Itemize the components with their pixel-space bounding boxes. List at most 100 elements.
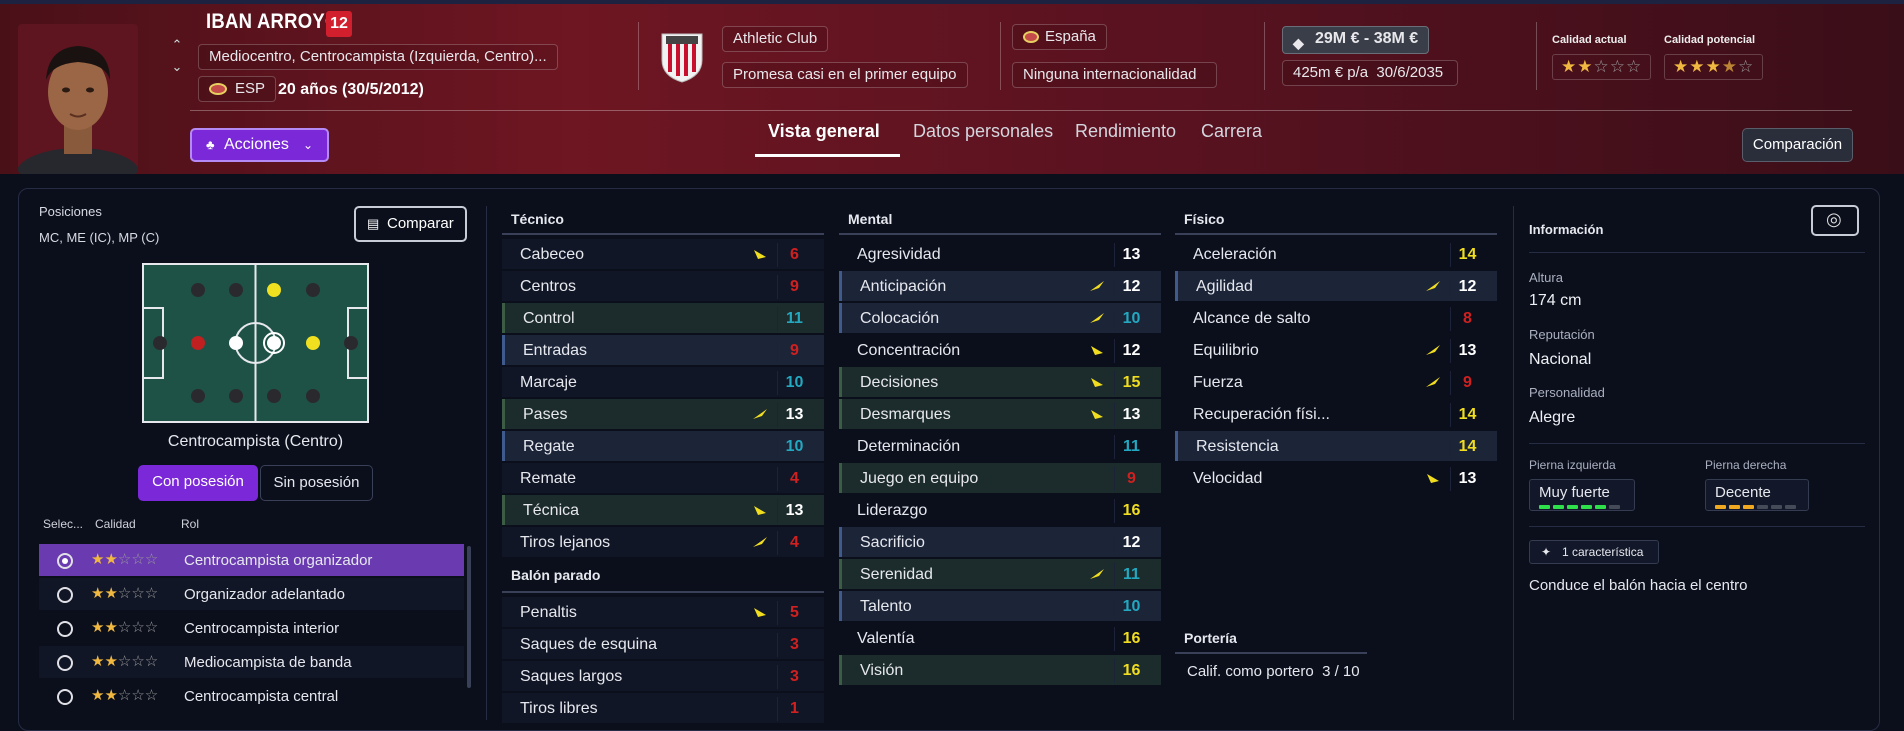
- section-rule: [1175, 233, 1497, 235]
- roles-scrollbar[interactable]: [467, 546, 471, 688]
- attribute-row[interactable]: Remate 4: [502, 463, 824, 493]
- attribute-row[interactable]: Pases 13: [502, 399, 824, 429]
- tab-performance[interactable]: Rendimiento: [1075, 121, 1176, 142]
- attribute-value: 13: [1450, 467, 1484, 491]
- country-pill[interactable]: España: [1012, 24, 1107, 50]
- role-stars: ★★☆☆☆: [91, 585, 159, 602]
- attribute-label: Control: [523, 310, 575, 327]
- attribute-row[interactable]: Agilidad 12: [1175, 271, 1497, 301]
- attribute-row[interactable]: Tiros libres 1: [502, 693, 824, 723]
- tab-career[interactable]: Carrera: [1201, 121, 1262, 142]
- attribute-row[interactable]: Alcance de salto 8: [1175, 303, 1497, 333]
- col-header-select[interactable]: Selec...: [43, 517, 83, 531]
- attribute-row[interactable]: Penaltis 5: [502, 597, 824, 627]
- role-label: Centrocampista interior: [184, 620, 340, 637]
- col-header-quality[interactable]: Calidad: [95, 517, 136, 531]
- attribute-row[interactable]: Juego en equipo 9: [839, 463, 1161, 493]
- attribute-row[interactable]: Regate 10: [502, 431, 824, 461]
- role-row[interactable]: ★★☆☆☆ Organizador adelantado: [39, 578, 464, 610]
- attribute-label: Recuperación físi...: [1193, 406, 1330, 423]
- attribute-label: Decisiones: [860, 374, 939, 391]
- radio-button[interactable]: [57, 655, 73, 671]
- col-header-role[interactable]: Rol: [181, 517, 199, 531]
- radio-button[interactable]: [57, 621, 73, 637]
- radio-button[interactable]: [57, 553, 73, 569]
- trend-arrow-icon: [1425, 375, 1441, 389]
- attribute-row[interactable]: Agresividad 13: [839, 239, 1161, 269]
- attribute-row[interactable]: Concentración 12: [839, 335, 1161, 365]
- attribute-label: Saques de esquina: [520, 636, 657, 653]
- trend-arrow-icon: [752, 605, 768, 619]
- in-possession-button[interactable]: Con posesión: [138, 465, 258, 501]
- role-row[interactable]: ★★☆☆☆ Centrocampista interior: [39, 612, 464, 644]
- attribute-row[interactable]: Técnica 13: [502, 495, 824, 525]
- sparkle-icon: ✦: [1541, 545, 1552, 559]
- role-row[interactable]: ★★☆☆☆ Centrocampista central: [39, 680, 464, 712]
- attribute-row[interactable]: Resistencia 14: [1175, 431, 1497, 461]
- attribute-row[interactable]: Fuerza 9: [1175, 367, 1497, 397]
- previous-player-icon[interactable]: ⌃: [170, 38, 184, 52]
- out-of-possession-button[interactable]: Sin posesión: [260, 465, 373, 501]
- attribute-label: Visión: [860, 662, 904, 679]
- attribute-row[interactable]: Control 11: [502, 303, 824, 333]
- contract-end: 30/6/2035: [1376, 64, 1444, 81]
- attribute-label: Penaltis: [520, 604, 577, 621]
- chevron-down-icon: ⌄: [302, 138, 313, 152]
- attribute-value: 4: [777, 467, 811, 491]
- attribute-row[interactable]: Visión 16: [839, 655, 1161, 685]
- attribute-row[interactable]: Serenidad 11: [839, 559, 1161, 589]
- left-foot-label: Pierna izquierda: [1529, 458, 1616, 472]
- attribute-label: Técnica: [523, 502, 580, 519]
- attribute-row[interactable]: Equilibrio 13: [1175, 335, 1497, 365]
- compare-positions-button[interactable]: ▤ Comparar: [354, 206, 467, 242]
- goalkeeper-rating-value: 3 / 10: [1322, 663, 1360, 680]
- attribute-row[interactable]: Cabeceo 6: [502, 239, 824, 269]
- attribute-row[interactable]: Talento 10: [839, 591, 1161, 621]
- attribute-row[interactable]: Determinación 11: [839, 431, 1161, 461]
- attribute-row[interactable]: Centros 9: [502, 271, 824, 301]
- transfer-value: 29M € - 38M €: [1315, 30, 1419, 47]
- profile-options-button[interactable]: ◎: [1811, 205, 1859, 236]
- attribute-row[interactable]: Valentía 16: [839, 623, 1161, 653]
- attribute-row[interactable]: Saques de esquina 3: [502, 629, 824, 659]
- attribute-row[interactable]: Anticipación 12: [839, 271, 1161, 301]
- comparison-button[interactable]: Comparación: [1742, 128, 1853, 162]
- attribute-row[interactable]: Marcaje 10: [502, 367, 824, 397]
- attribute-row[interactable]: Velocidad 13: [1175, 463, 1497, 493]
- header-divider: [638, 22, 639, 90]
- attribute-row[interactable]: Colocación 10: [839, 303, 1161, 333]
- international-status: Ninguna internacionalidad: [1012, 62, 1217, 88]
- actions-label: Acciones: [224, 136, 289, 153]
- next-player-icon[interactable]: ⌄: [170, 60, 184, 74]
- attribute-row[interactable]: Liderazgo 16: [839, 495, 1161, 525]
- tab-overview[interactable]: Vista general: [768, 121, 880, 142]
- club-name[interactable]: Athletic Club: [722, 26, 829, 52]
- actions-button[interactable]: ♣ Acciones ⌄: [190, 128, 329, 162]
- attribute-row[interactable]: Desmarques 13: [839, 399, 1161, 429]
- attribute-row[interactable]: Saques largos 3: [502, 661, 824, 691]
- attribute-row[interactable]: Tiros lejanos 4: [502, 527, 824, 557]
- attribute-row[interactable]: Recuperación físi... 14: [1175, 399, 1497, 429]
- attribute-value: 5: [777, 601, 811, 625]
- attribute-label: Entradas: [523, 342, 588, 359]
- attribute-value: 12: [1450, 275, 1484, 299]
- goalkeeper-rating-label: Calif. como portero: [1187, 663, 1314, 680]
- star-icon: ★★: [1561, 57, 1594, 76]
- tab-personal-data[interactable]: Datos personales: [913, 121, 1053, 142]
- attribute-row[interactable]: Sacrificio 12: [839, 527, 1161, 557]
- radio-button[interactable]: [57, 587, 73, 603]
- role-row[interactable]: ★★☆☆☆ Centrocampista organizador: [39, 544, 464, 576]
- radio-button[interactable]: [57, 689, 73, 705]
- attribute-row[interactable]: Entradas 9: [502, 335, 824, 365]
- attribute-value: 12: [1114, 531, 1148, 555]
- trend-arrow-icon: [1089, 311, 1105, 325]
- attribute-value: 10: [1114, 595, 1148, 619]
- attribute-label: Equilibrio: [1193, 342, 1259, 359]
- attribute-value: 11: [1114, 563, 1148, 587]
- attribute-value: 4: [777, 531, 811, 555]
- role-row[interactable]: ★★☆☆☆ Mediocampista de banda: [39, 646, 464, 678]
- attribute-row[interactable]: Decisiones 15: [839, 367, 1161, 397]
- attribute-label: Agilidad: [1196, 278, 1253, 295]
- attribute-row[interactable]: Aceleración 14: [1175, 239, 1497, 269]
- traits-badge[interactable]: ✦ 1 característica: [1529, 540, 1659, 564]
